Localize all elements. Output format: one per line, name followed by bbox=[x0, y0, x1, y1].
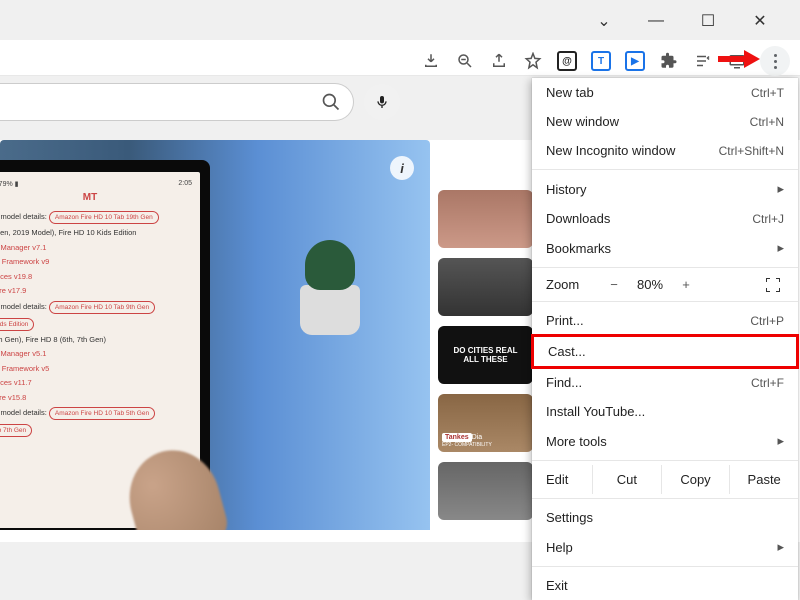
menu-exit[interactable]: Exit bbox=[532, 571, 798, 600]
share-icon[interactable] bbox=[488, 50, 510, 72]
tablet-brand: MT bbox=[0, 192, 192, 203]
menu-incognito[interactable]: New Incognito windowCtrl+Shift+N bbox=[532, 136, 798, 165]
video-thumb-4[interactable]: TankesDiaEP2- COMPATIBILITY bbox=[438, 394, 533, 452]
zoom-out-icon[interactable] bbox=[454, 50, 476, 72]
extensions-puzzle-icon[interactable] bbox=[658, 50, 680, 72]
fullscreen-icon[interactable] bbox=[758, 278, 788, 292]
video-thumb-5[interactable] bbox=[438, 462, 533, 520]
menu-settings[interactable]: Settings bbox=[532, 503, 798, 532]
caret-down-icon[interactable]: ⌄ bbox=[582, 6, 626, 36]
video-player[interactable]: 📶 79% ▮2:05 MT the model details: Amazon… bbox=[0, 140, 430, 530]
menu-copy[interactable]: Copy bbox=[661, 465, 730, 494]
star-icon[interactable] bbox=[522, 50, 544, 72]
reading-list-icon[interactable] bbox=[692, 50, 714, 72]
menu-paste[interactable]: Paste bbox=[729, 465, 798, 494]
menu-find[interactable]: Find...Ctrl+F bbox=[532, 368, 798, 397]
search-box[interactable] bbox=[0, 83, 354, 121]
video-thumb-1[interactable] bbox=[438, 190, 533, 248]
extension-icon-3[interactable]: ▶ bbox=[624, 50, 646, 72]
zoom-plus[interactable]: + bbox=[670, 277, 702, 292]
annotation-arrow bbox=[718, 50, 760, 68]
menu-zoom: Zoom − 80% + bbox=[532, 272, 798, 297]
menu-new-tab[interactable]: New tabCtrl+T bbox=[532, 78, 798, 107]
menu-cast[interactable]: Cast... bbox=[531, 334, 799, 369]
video-thumb-2[interactable] bbox=[438, 258, 533, 316]
extension-icon-1[interactable]: @ bbox=[556, 50, 578, 72]
info-icon[interactable]: i bbox=[390, 156, 414, 180]
menu-button[interactable] bbox=[760, 46, 790, 76]
zoom-value: 80% bbox=[630, 277, 670, 292]
extension-icon-2[interactable]: T bbox=[590, 50, 612, 72]
download-icon[interactable] bbox=[420, 50, 442, 72]
search-icon bbox=[321, 92, 341, 112]
menu-cut[interactable]: Cut bbox=[592, 465, 661, 494]
menu-print[interactable]: Print...Ctrl+P bbox=[532, 306, 798, 335]
menu-edit-row: Edit Cut Copy Paste bbox=[532, 465, 798, 494]
menu-history[interactable]: History▸ bbox=[532, 174, 798, 204]
chrome-menu: New tabCtrl+T New windowCtrl+N New Incog… bbox=[532, 78, 798, 600]
window-maximize[interactable]: ☐ bbox=[686, 6, 730, 36]
menu-install-youtube[interactable]: Install YouTube... bbox=[532, 397, 798, 426]
voice-search-button[interactable] bbox=[364, 84, 400, 120]
menu-bookmarks[interactable]: Bookmarks▸ bbox=[532, 233, 798, 263]
menu-downloads[interactable]: DownloadsCtrl+J bbox=[532, 204, 798, 233]
window-close[interactable]: ✕ bbox=[738, 6, 782, 36]
menu-help[interactable]: Help▸ bbox=[532, 532, 798, 562]
microphone-icon bbox=[374, 94, 390, 110]
zoom-minus[interactable]: − bbox=[598, 277, 630, 292]
plant-decoration bbox=[300, 240, 360, 335]
window-minimize[interactable]: — bbox=[634, 6, 678, 36]
video-thumb-3[interactable]: DO CITIES REALALL THESE bbox=[438, 326, 533, 384]
menu-new-window[interactable]: New windowCtrl+N bbox=[532, 107, 798, 136]
menu-more-tools[interactable]: More tools▸ bbox=[532, 426, 798, 456]
